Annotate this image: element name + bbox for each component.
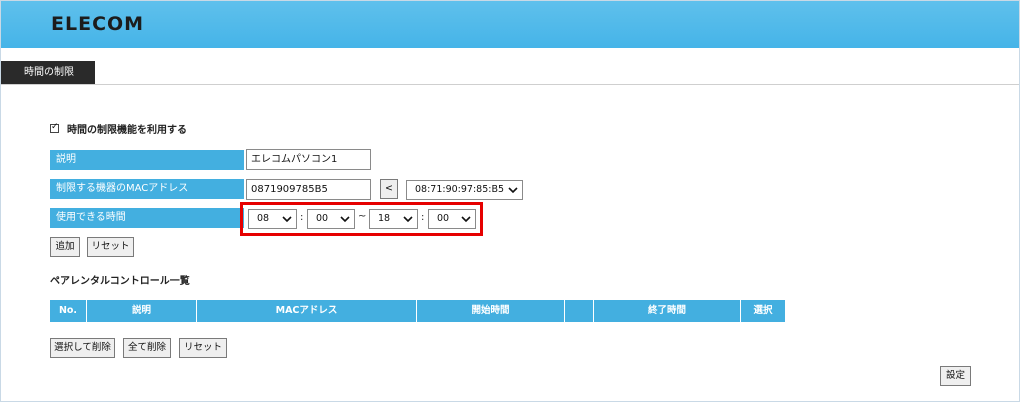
form-reset-button[interactable]: リセット (87, 237, 134, 257)
enable-row: 時間の制限機能を利用する (50, 121, 187, 136)
delete-selected-button[interactable]: 選択して削除 (50, 338, 115, 358)
delete-all-button[interactable]: 全て削除 (123, 338, 171, 358)
description-label: 説明 (50, 150, 244, 170)
brand-logo: ELECOM (51, 13, 145, 35)
column-header-start-time: 開始時間 (417, 300, 564, 322)
header-bar: ELECOM (1, 1, 1019, 48)
column-header-select: 選択 (741, 300, 785, 322)
chevron-down-icon (508, 187, 518, 194)
tab-divider (1, 84, 1019, 85)
highlight-box (240, 202, 483, 236)
mac-input[interactable]: 0871909785B5 (246, 179, 371, 200)
list-reset-button[interactable]: リセット (179, 338, 227, 358)
column-header-mac: MACアドレス (197, 300, 416, 322)
apply-button[interactable]: 設定 (940, 366, 971, 386)
time-label: 使用できる時間 (50, 208, 244, 228)
enable-time-limit-label: 時間の制限機能を利用する (67, 125, 187, 136)
list-title: ペアレンタルコントロール一覧 (50, 276, 190, 287)
add-button[interactable]: 追加 (50, 237, 80, 257)
mac-label: 制限する機器のMACアドレス (50, 179, 244, 199)
column-header-no: No. (50, 300, 86, 322)
device-select[interactable]: 08:71:90:97:85:B5 (406, 180, 523, 200)
column-header-description: 説明 (87, 300, 196, 322)
tab-time-limit[interactable]: 時間の制限 (1, 61, 95, 84)
copy-mac-button[interactable]: < (380, 179, 398, 199)
device-select-value: 08:71:90:97:85:B5 (415, 184, 505, 195)
enable-time-limit-checkbox[interactable] (50, 122, 59, 133)
description-input[interactable]: エレコムパソコン1 (246, 149, 371, 170)
column-header-blank (565, 300, 593, 322)
column-header-end-time: 終了時間 (594, 300, 740, 322)
